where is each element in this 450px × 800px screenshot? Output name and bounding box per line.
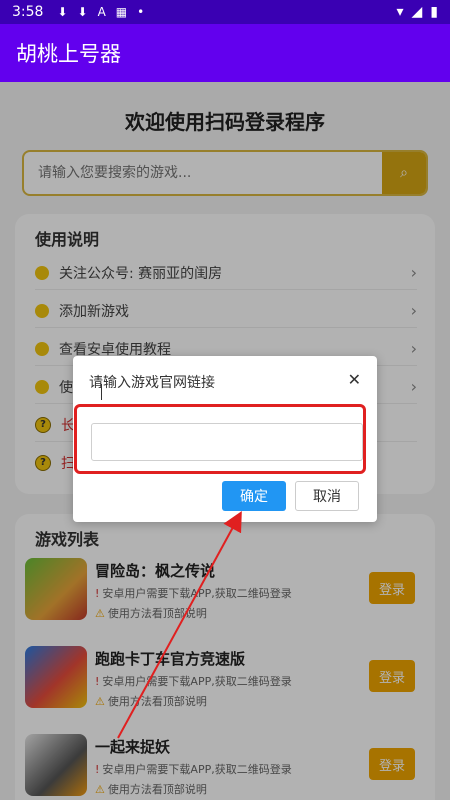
- url-input-dialog: 请输入游戏官网链接 ✕ 确定 取消: [73, 356, 377, 522]
- wifi-icon: ▾: [396, 4, 404, 20]
- close-icon[interactable]: ✕: [348, 370, 361, 389]
- text-icon: A: [97, 5, 106, 19]
- dot-icon: •: [137, 5, 145, 19]
- signal-icon: ◢: [411, 4, 423, 20]
- url-input[interactable]: [91, 423, 363, 461]
- download-icon: ⬇: [57, 5, 68, 19]
- cancel-button[interactable]: 取消: [295, 481, 359, 511]
- dialog-title: 请输入游戏官网链接: [89, 375, 215, 391]
- confirm-button[interactable]: 确定: [222, 481, 286, 511]
- app-title: 胡桃上号器: [16, 42, 121, 66]
- download-icon: ⬇: [77, 5, 88, 19]
- status-bar: 3:58 ⬇ ⬇ A ▦ • ▾ ◢ ▮: [0, 0, 450, 24]
- text-caret: [101, 384, 102, 400]
- status-time: 3:58: [12, 4, 44, 20]
- battery-icon: ▮: [430, 4, 438, 20]
- app-bar: 胡桃上号器: [0, 24, 450, 82]
- input-highlight-box: [74, 404, 366, 474]
- keyboard-icon: ▦: [115, 5, 128, 19]
